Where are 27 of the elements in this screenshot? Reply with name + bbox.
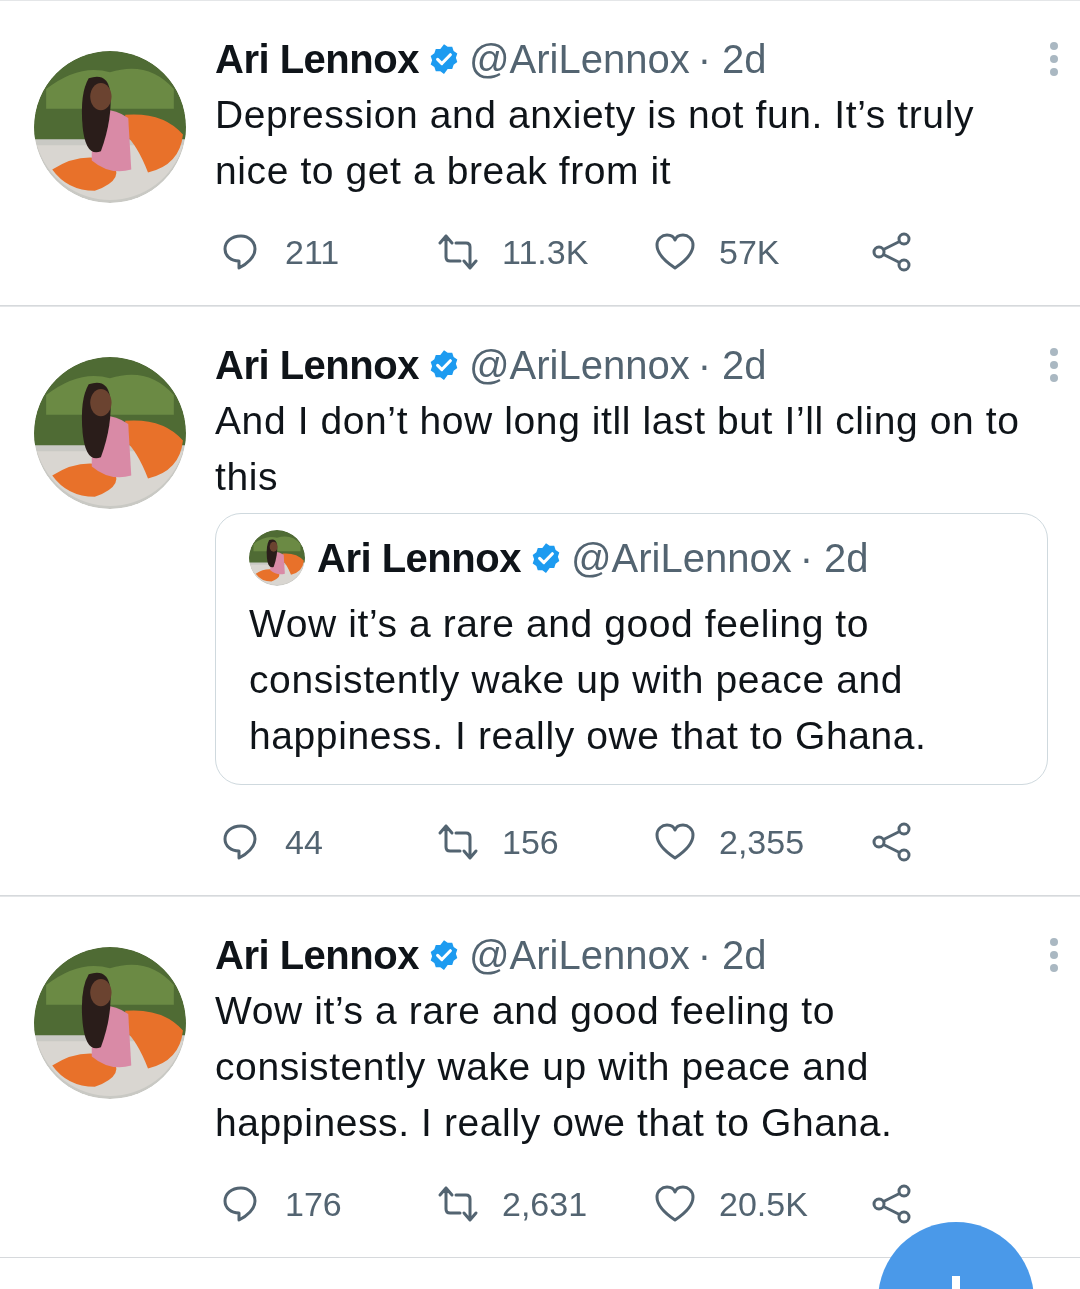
user-handle[interactable]: @AriLennox <box>468 925 690 985</box>
user-handle[interactable]: @AriLennox <box>570 528 792 588</box>
plus-icon <box>952 1276 960 1289</box>
author-name: Ari Lennox <box>317 535 521 582</box>
user-handle[interactable]: @AriLennox <box>468 29 690 89</box>
count: 2,355 <box>719 821 805 863</box>
quoted-post-card[interactable]: Ari Lennox @AriLennox · 2d Wow it’s a rare and good feeling to consistently wake up with peace and happiness. I really owe that to Ghana. <box>215 513 1048 785</box>
post-time: · 2d <box>799 535 869 582</box>
post-time: · 2d <box>697 342 767 389</box>
post-text: Wow it’s a rare and good feeling to consistently wake up with peace and happiness. I really owe that to Ghana. <box>215 988 894 1146</box>
count: 156 <box>502 821 559 863</box>
quoted-post-text: Wow it’s a rare and good feeling to consistently wake up with peace and happiness. I really owe that to Ghana. <box>249 601 928 759</box>
post-time: · 2d <box>697 36 767 83</box>
count: 20.5K <box>719 1183 808 1225</box>
count: 2,631 <box>502 1183 588 1225</box>
user-handle[interactable]: @AriLennox <box>468 335 690 395</box>
author-name: Ari Lennox <box>215 36 419 83</box>
post-text: And I don’t how long itll last but I’ll cling on to this <box>215 398 1021 500</box>
count: 11.3K <box>502 231 589 273</box>
count: 44 <box>285 821 323 863</box>
count: 57K <box>719 231 780 273</box>
author-name: Ari Lennox <box>215 342 419 389</box>
count: 176 <box>285 1183 342 1225</box>
post-text: Depression and anxiety is not fun. It’s truly nice to get a break from it <box>215 92 975 194</box>
author-name: Ari Lennox <box>215 932 419 979</box>
post-time: · 2d <box>697 932 767 979</box>
count: 211 <box>285 231 340 273</box>
